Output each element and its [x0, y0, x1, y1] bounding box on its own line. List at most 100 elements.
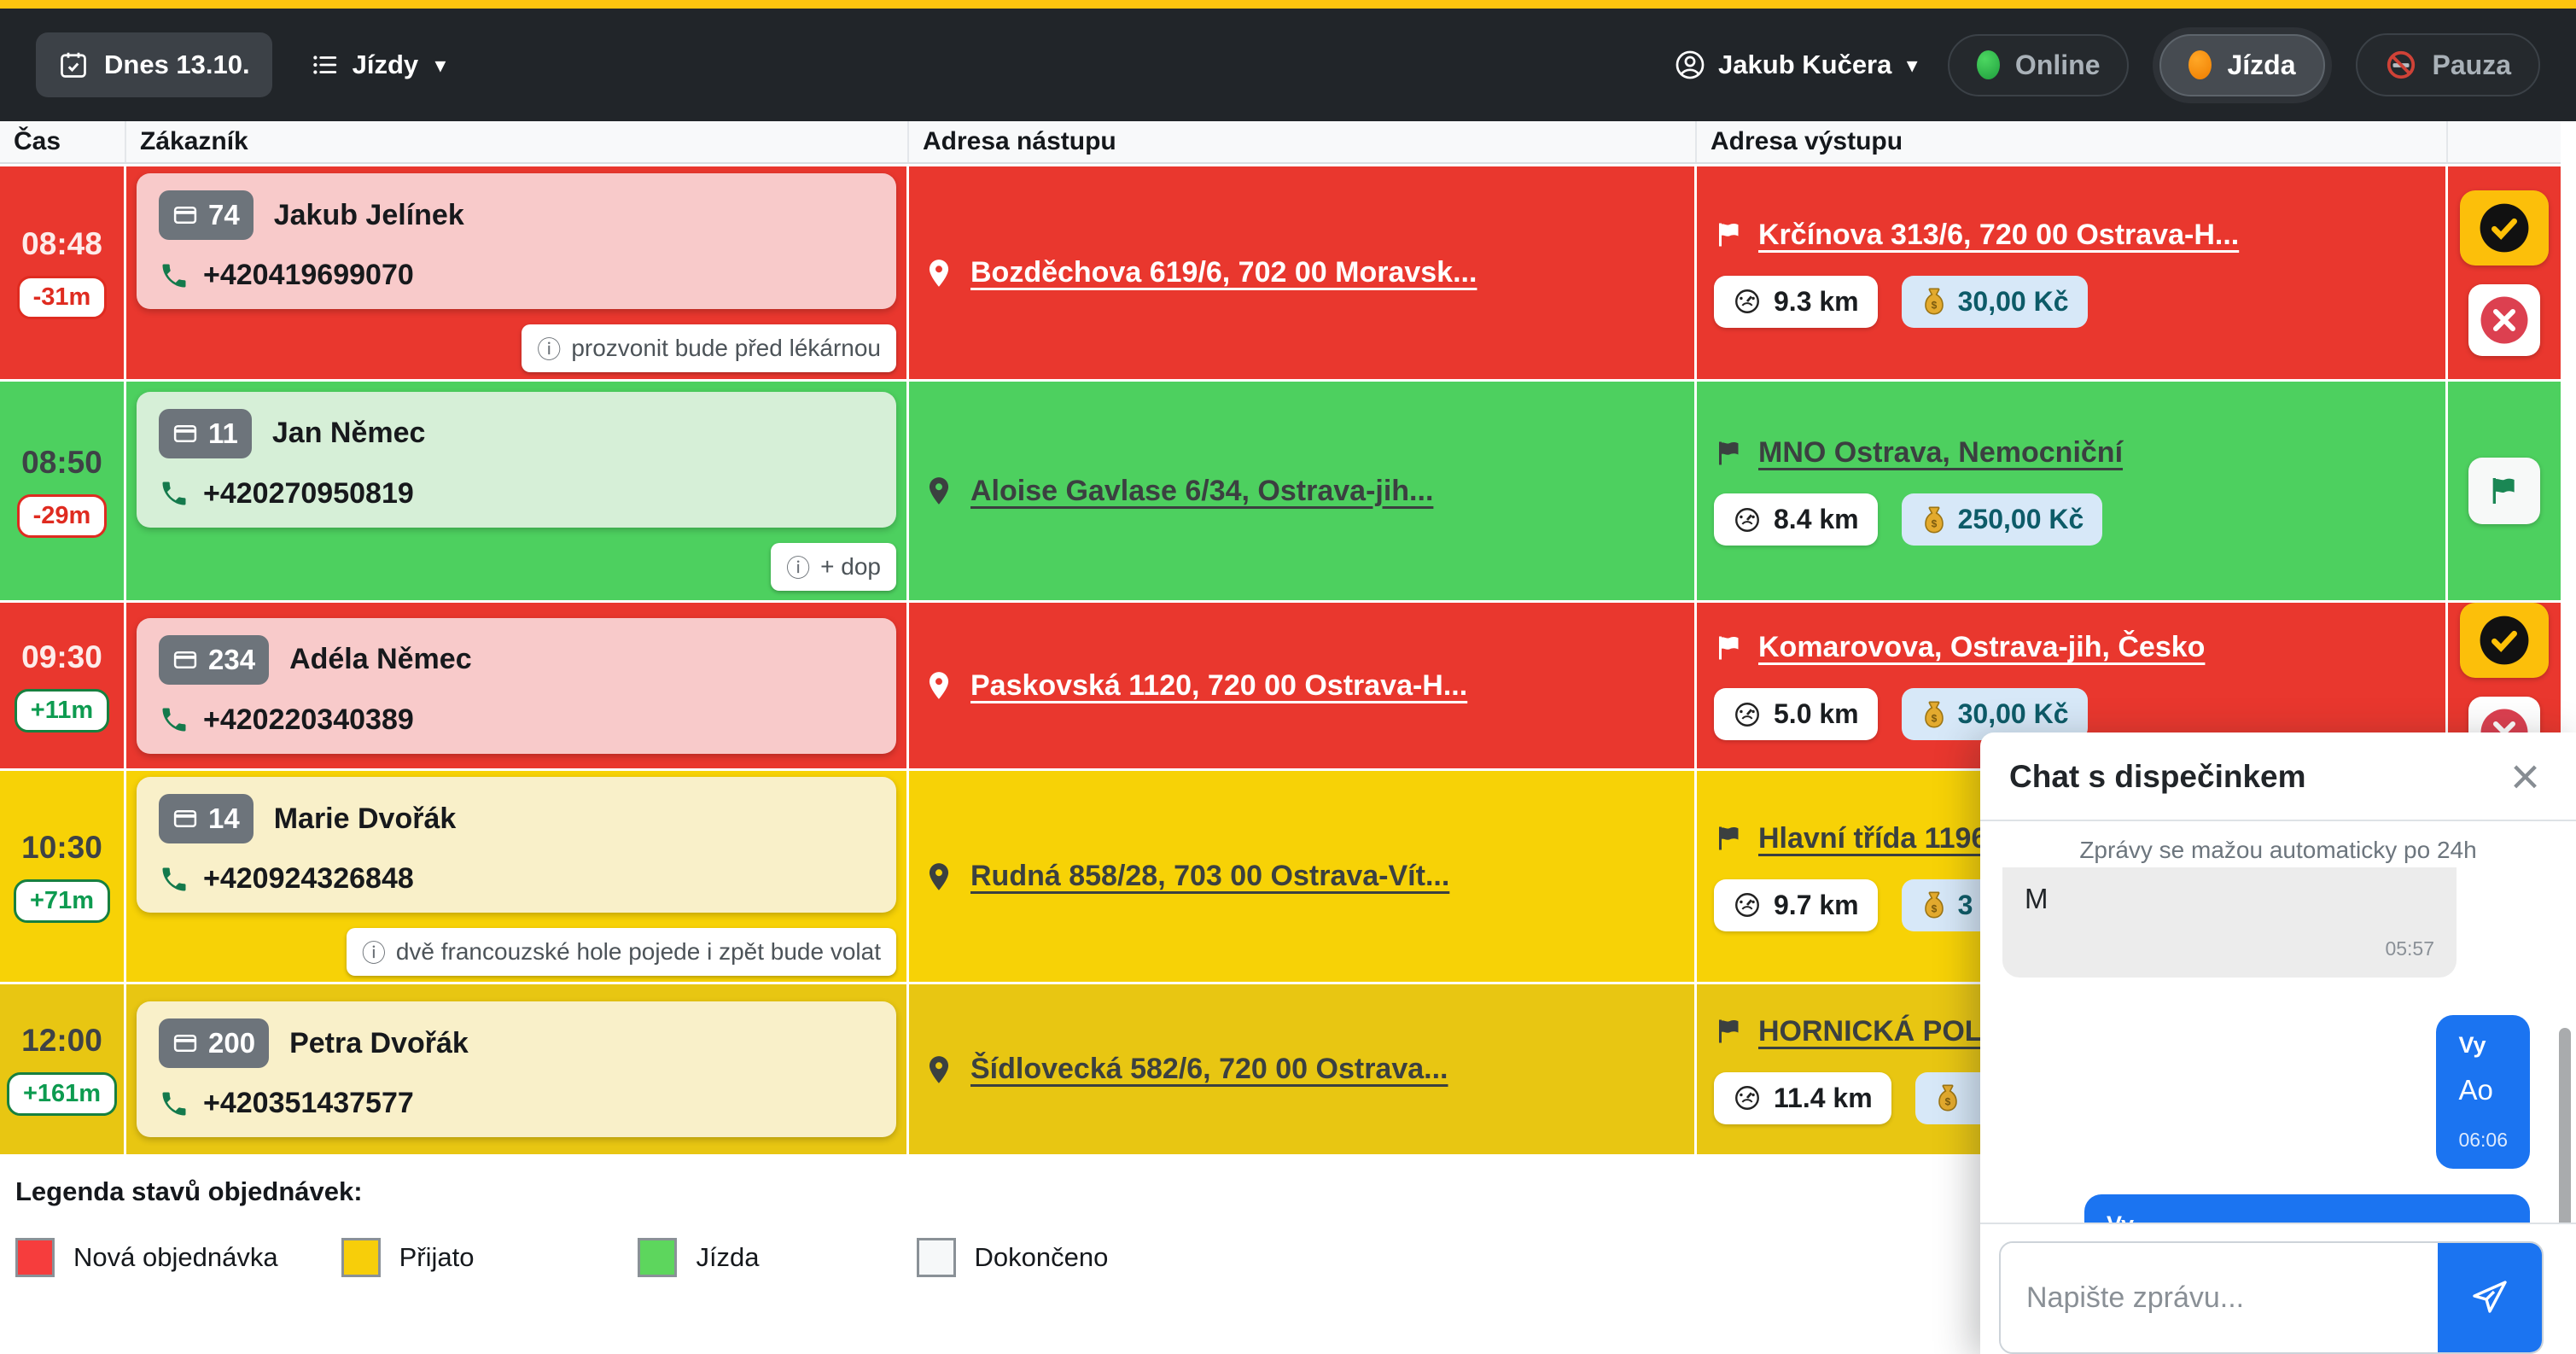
user-menu[interactable]: Jakub Kučera ▾ [1674, 49, 1917, 81]
dropoff-address-link[interactable]: Krčínova 313/6, 720 00 Ostrava-H... [1758, 219, 2239, 252]
customer-name: Jan Němec [272, 417, 426, 450]
dropoff-address-link[interactable]: HORNICKÁ POLI [1758, 1015, 1990, 1048]
no-smoking-icon [2385, 49, 2417, 81]
dropoff-address-link[interactable]: MNO Ostrava, Nemocniční [1758, 436, 2123, 470]
car-number-badge: 11 [159, 409, 252, 458]
cancel-ride-button[interactable] [2468, 284, 2540, 356]
price-badge: $ 30,00 Kč [1902, 276, 2088, 328]
dropoff-address-link[interactable]: Hlavní třída 1196 [1758, 822, 1987, 855]
ride-note: ⓘ prozvonit bude před lékárnou [522, 324, 896, 372]
card-icon [172, 202, 198, 228]
accept-ride-button[interactable] [2460, 603, 2549, 678]
distance-badge: 11.4 km [1714, 1072, 1891, 1124]
svg-text:$: $ [1931, 300, 1937, 312]
map-pin-icon [923, 669, 955, 702]
customer-name: Marie Dvořák [274, 802, 457, 836]
column-header-pickup: Adresa nástupu [909, 121, 1697, 162]
chat-title: Chat s dispečinkem [2009, 759, 2306, 795]
card-icon [172, 806, 198, 832]
chevron-down-icon: ▾ [435, 54, 446, 77]
chat-message-input[interactable] [2001, 1243, 2438, 1352]
pickup-address-link[interactable]: Aloise Gavlase 6/34, Ostrava-jih... [970, 475, 1433, 508]
date-button[interactable]: Dnes 13.10. [36, 32, 272, 97]
customer-cell: 11 Jan Němec +420270950819 ⓘ + dop [126, 382, 909, 600]
finish-ride-button[interactable] [2468, 458, 2540, 524]
status-online-label: Online [2015, 50, 2101, 81]
ride-dot-icon [2188, 50, 2212, 79]
speedometer-icon [1733, 505, 1762, 534]
dropoff-address-link[interactable]: Komarovova, Ostrava-jih, Česko [1758, 631, 2205, 664]
info-icon: ⓘ [537, 331, 561, 365]
calendar-check-icon [58, 50, 89, 80]
phone-icon [159, 1088, 189, 1119]
message-sender: Vy [2107, 1211, 2508, 1223]
list-icon [310, 50, 339, 79]
car-number-badge: 234 [159, 635, 269, 685]
accept-ride-button[interactable] [2460, 190, 2549, 266]
speedometer-icon [1733, 700, 1762, 729]
pickup-address-link[interactable]: Šídlovecká 582/6, 720 00 Ostrava... [970, 1053, 1448, 1086]
flag-icon [1714, 1016, 1745, 1047]
pickup-address-link[interactable]: Paskovská 1120, 720 00 Ostrava-H... [970, 669, 1467, 703]
legend-item-ride: Jízda [638, 1238, 759, 1277]
flag-icon [1714, 219, 1745, 250]
delay-badge: +71m [14, 879, 110, 923]
send-message-button[interactable] [2438, 1243, 2542, 1352]
pickup-address-link[interactable]: Bozděchova 619/6, 702 00 Moravsk... [970, 256, 1477, 289]
chat-scrollbar-thumb[interactable] [2559, 1028, 2571, 1223]
money-bag-icon: $ [1920, 286, 1948, 317]
car-number-badge: 14 [159, 794, 254, 843]
rides-menu[interactable]: Jízdy ▾ [310, 50, 446, 80]
legend-swatch-ride [638, 1238, 677, 1277]
column-header-customer: Zákazník [126, 121, 909, 162]
legend-item-done: Dokončeno [917, 1238, 1109, 1277]
customer-phone: +420270950819 [159, 477, 874, 511]
phone-icon [159, 478, 189, 509]
phone-icon [159, 704, 189, 735]
green-flag-icon [2487, 474, 2521, 508]
flag-icon [1714, 633, 1745, 663]
pickup-cell: Paskovská 1120, 720 00 Ostrava-H... [909, 603, 1697, 768]
customer-name: Petra Dvořák [289, 1027, 469, 1060]
check-circle-icon [2478, 201, 2531, 254]
status-pause-button[interactable]: Pauza [2356, 33, 2540, 96]
status-ride-button[interactable]: Jízda [2159, 34, 2324, 96]
customer-phone: +420220340389 [159, 703, 874, 737]
price-badge: $ 250,00 Kč [1902, 493, 2103, 546]
status-online-button[interactable]: Online [1948, 34, 2130, 96]
card-icon [172, 647, 198, 673]
time-cell: 10:30 +71m [0, 771, 126, 982]
info-icon: ⓘ [362, 935, 386, 969]
pickup-cell: Rudná 858/28, 703 00 Ostrava-Vít... [909, 771, 1697, 982]
paper-plane-icon [2469, 1277, 2510, 1318]
chat-message-outgoing: Vy Dobry den, mam dotaz k jizde 08:59 [2084, 1194, 2530, 1223]
legend-swatch-done [917, 1238, 956, 1277]
customer-card: 234 Adéla Němec +420220340389 [137, 618, 896, 754]
chat-retention-note: Zprávy se mažou automaticky po 24h [1980, 821, 2576, 867]
legend-item-accepted: Přijato [341, 1238, 475, 1277]
legend-item-new: Nová objednávka [15, 1238, 278, 1277]
customer-phone: +420924326848 [159, 862, 874, 896]
chat-input-row [1980, 1223, 2576, 1354]
x-circle-icon [2479, 295, 2530, 346]
phone-icon [159, 260, 189, 291]
svg-text:$: $ [1931, 517, 1937, 529]
close-icon[interactable]: × [2505, 753, 2545, 801]
topbar-right: Jakub Kučera ▾ Online Jízda Pauza [1674, 33, 2540, 96]
chevron-down-icon: ▾ [1907, 54, 1917, 77]
car-number-badge: 200 [159, 1018, 269, 1068]
card-icon [172, 421, 198, 446]
pickup-cell: Bozděchova 619/6, 702 00 Moravsk... [909, 166, 1697, 379]
pickup-address-link[interactable]: Rudná 858/28, 703 00 Ostrava-Vít... [970, 860, 1449, 893]
status-ride-label: Jízda [2227, 50, 2295, 81]
map-pin-icon [923, 475, 955, 507]
time-cell: 08:50 -29m [0, 382, 126, 600]
chat-messages: M 05:57 Vy Ao 06:06 Vy Dobry den, mam do… [1980, 867, 2576, 1223]
speedometer-icon [1733, 890, 1762, 919]
ride-time: 09:30 [21, 639, 102, 675]
customer-card: 14 Marie Dvořák +420924326848 [137, 777, 896, 913]
column-header-actions [2448, 121, 2561, 162]
customer-card: 200 Petra Dvořák +420351437577 [137, 1001, 896, 1137]
time-cell: 12:00 +161m [0, 984, 126, 1154]
map-pin-icon [923, 1053, 955, 1086]
